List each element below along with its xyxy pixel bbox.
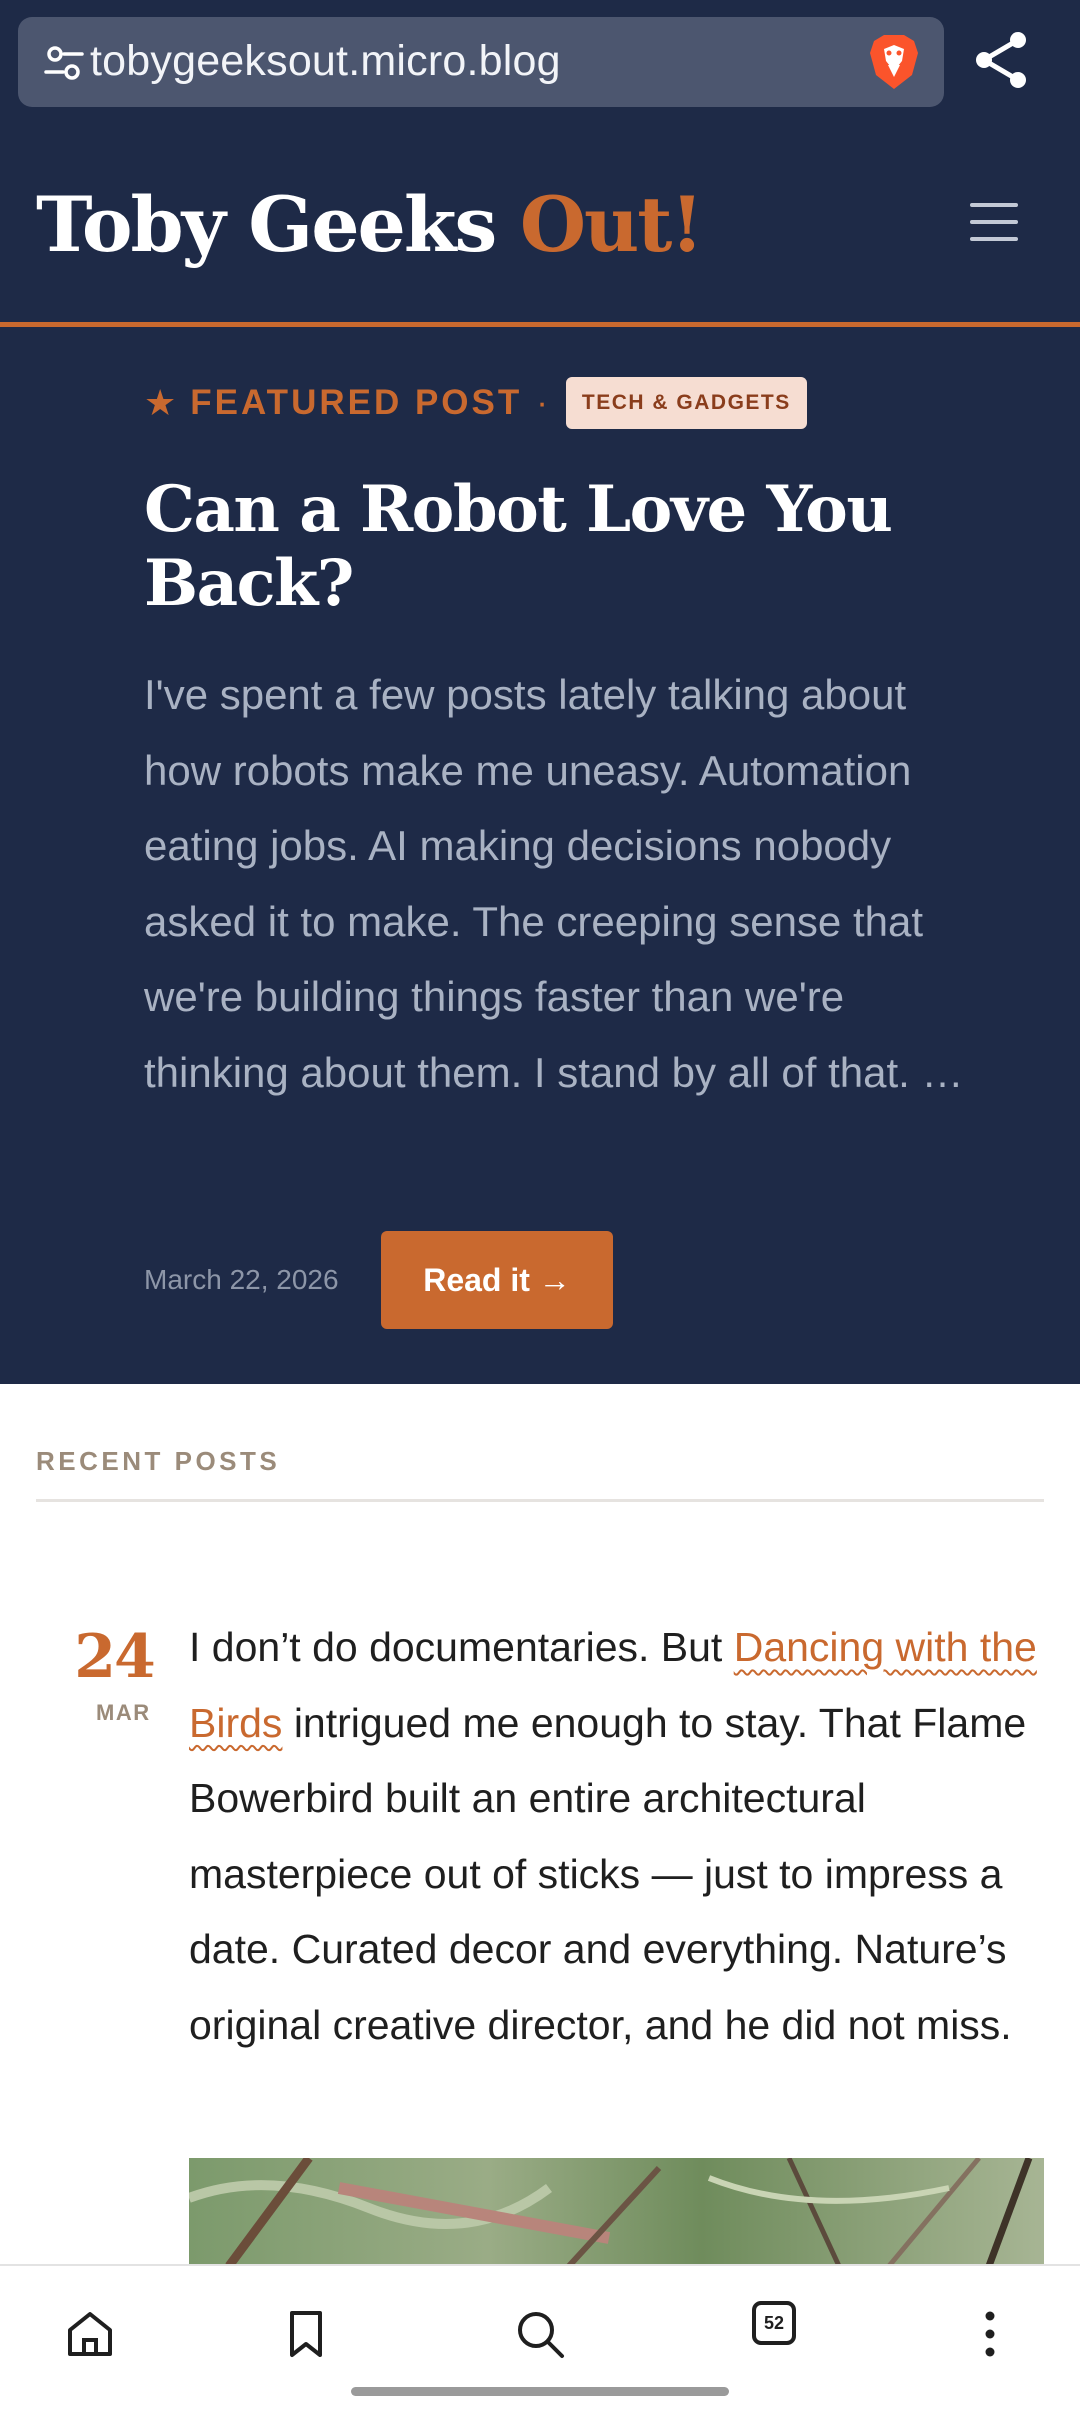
featured-title[interactable]: Can a Robot Love You Back? — [144, 473, 964, 621]
post-text-after: intrigued me enough to stay. That Flame … — [189, 1699, 1027, 2048]
share-icon[interactable] — [972, 30, 1032, 90]
featured-label: FEATURED POST — [190, 383, 523, 422]
post-body: I don’t do documentaries. But Dancing wi… — [189, 1610, 1049, 2063]
featured-kicker: ★ FEATURED POST · TECH & GADGETS — [144, 377, 807, 429]
post-image[interactable] — [189, 2158, 1044, 2266]
featured-excerpt: I've spent a few posts lately talking ab… — [144, 671, 964, 1096]
featured-date: March 22, 2026 — [144, 1264, 339, 1295]
featured-post: ★ FEATURED POST · TECH & GADGETS Can a R… — [0, 327, 1080, 1384]
site-title[interactable]: Toby Geeks Out! — [36, 180, 704, 269]
more-vert-icon[interactable] — [964, 2308, 1016, 2360]
kicker-separator: · — [536, 383, 548, 422]
recent-posts-divider — [36, 1499, 1044, 1502]
gesture-handle[interactable] — [351, 2387, 729, 2396]
address-bar[interactable]: tobygeeksout.micro.blog — [18, 17, 944, 107]
site-title-main: Toby Geeks — [36, 180, 497, 269]
home-icon[interactable] — [64, 2308, 116, 2360]
site-title-accent: Out! — [519, 180, 704, 269]
post-date-month: MAR — [96, 1700, 151, 1725]
category-tag[interactable]: TECH & GADGETS — [565, 377, 807, 429]
brave-lion-icon[interactable] — [864, 31, 924, 93]
browser-toolbar: tobygeeksout.micro.blog — [0, 0, 1080, 122]
search-icon[interactable] — [514, 2308, 566, 2360]
post-text-before: I don’t do documentaries. But — [189, 1624, 734, 1670]
tune-icon[interactable] — [44, 43, 84, 83]
star-icon: ★ — [144, 382, 177, 423]
bookmark-icon[interactable] — [280, 2308, 332, 2360]
tabs-icon[interactable]: 52 — [752, 2301, 796, 2345]
post-date-day: 24 — [74, 1622, 156, 1692]
menu-icon[interactable] — [968, 200, 1020, 244]
site-header: Toby Geeks Out! — [0, 122, 1080, 322]
url-text[interactable]: tobygeeksout.micro.blog — [90, 37, 561, 86]
read-it-button[interactable]: Read it → — [381, 1231, 613, 1329]
recent-posts-heading: RECENT POSTS — [36, 1446, 281, 1476]
